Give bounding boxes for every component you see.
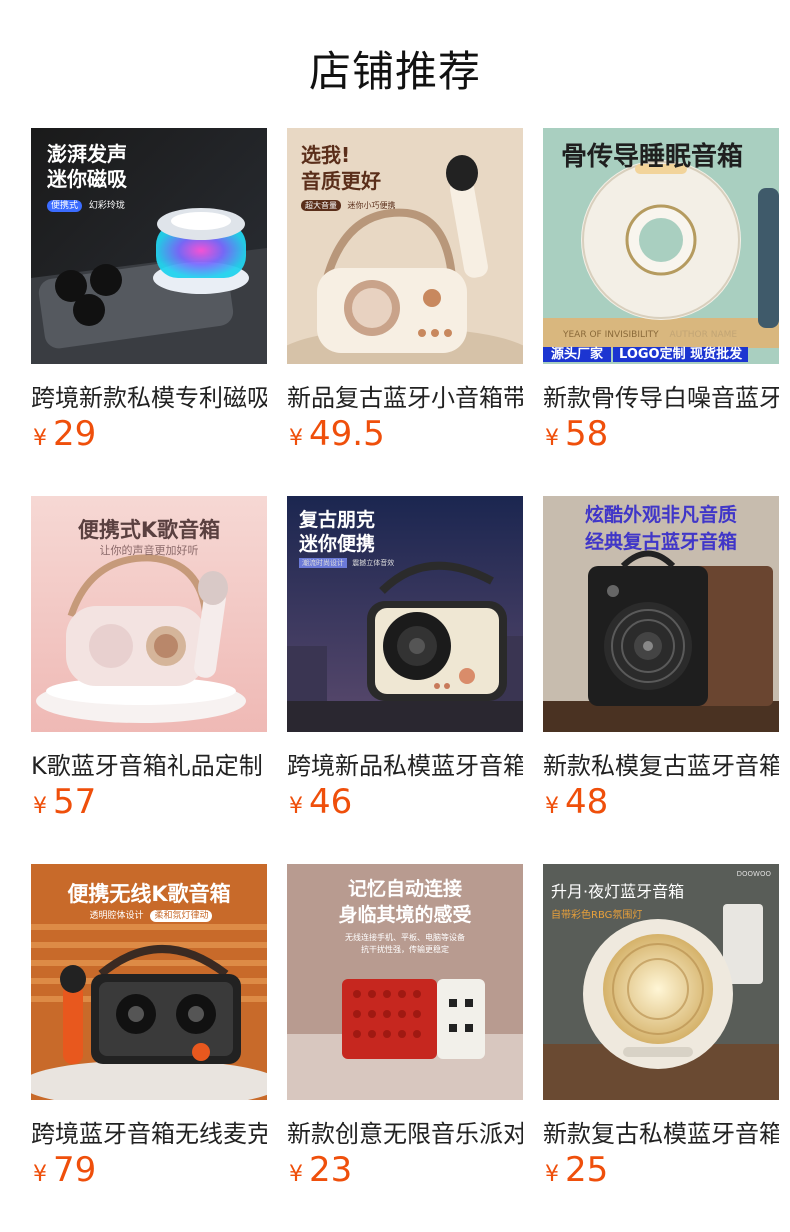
image-headline-1: 记忆自动连接 <box>347 878 462 900</box>
product-card[interactable]: 选我! 音质更好 超大音量 迷你小巧便携 新品复古蓝牙小音箱带 ¥49.5 <box>287 128 523 468</box>
image-headline-1: 炫酷外观非凡音质 <box>584 504 737 526</box>
price-value: 25 <box>565 1150 609 1190</box>
image-tag: YEAR OF INVISIBILITY <box>563 330 659 340</box>
currency-symbol: ¥ <box>33 794 47 819</box>
image-footer-text: LOGO定制 现货批发 <box>613 347 749 362</box>
product-image[interactable]: 记忆自动连接 身临其境的感受 无线连接手机、平板、电脑等设备 抗干扰性强，传输更… <box>287 864 523 1100</box>
currency-symbol: ¥ <box>33 426 47 451</box>
product-card[interactable]: 升月·夜灯蓝牙音箱 自带彩色RBG氛围灯 DOOWOO 新款复古私模蓝牙音箱 ¥… <box>543 864 779 1204</box>
product-card[interactable]: 复古朋克 迷你便携 潮流时尚设计 震撼立体音效 跨境新品私模蓝牙音箱 ¥46 <box>287 496 523 836</box>
product-name[interactable]: 跨境新款私模专利磁吸 <box>31 378 267 413</box>
image-tag: 迷你小巧便携 <box>347 201 396 210</box>
image-headline-1: 澎湃发声 <box>47 142 127 166</box>
product-price: ¥48 <box>545 782 608 822</box>
price-value: 79 <box>53 1150 97 1190</box>
product-price: ¥49.5 <box>289 414 385 454</box>
product-name[interactable]: 新款复古私模蓝牙音箱 <box>543 1114 779 1149</box>
product-image[interactable]: 选我! 音质更好 超大音量 迷你小巧便携 <box>287 128 523 364</box>
price-value: 49.5 <box>309 414 385 454</box>
image-headline-1: 骨传导睡眠音箱 <box>561 142 744 172</box>
image-tag: 超大音量 <box>301 200 341 211</box>
product-image[interactable]: 炫酷外观非凡音质 经典复古蓝牙音箱 <box>543 496 779 732</box>
product-image[interactable]: 便携无线K歌音箱 透明腔体设计 柔和氛灯律动 <box>31 864 267 1100</box>
image-tag: 柔和氛灯律动 <box>150 910 213 922</box>
product-name[interactable]: 新款私模复古蓝牙音箱 <box>543 746 779 781</box>
image-headline-1: 选我! <box>301 143 351 167</box>
price-value: 29 <box>53 414 97 454</box>
currency-symbol: ¥ <box>289 1162 303 1187</box>
product-price: ¥57 <box>33 782 96 822</box>
image-tag: 震撼立体音效 <box>352 559 395 567</box>
image-headline-2: 经典复古蓝牙音箱 <box>584 531 737 553</box>
image-headline-1: 升月·夜灯蓝牙音箱 <box>551 882 685 901</box>
product-card[interactable]: 便携无线K歌音箱 透明腔体设计 柔和氛灯律动 跨境蓝牙音箱无线麦克 ¥79 <box>31 864 267 1204</box>
product-price: ¥58 <box>545 414 608 454</box>
product-card[interactable]: 炫酷外观非凡音质 经典复古蓝牙音箱 新款私模复古蓝牙音箱 ¥48 <box>543 496 779 836</box>
image-headline-2: 迷你磁吸 <box>47 167 127 191</box>
product-name[interactable]: 跨境蓝牙音箱无线麦克 <box>31 1114 267 1149</box>
currency-symbol: ¥ <box>545 794 559 819</box>
product-card[interactable]: 便携式K歌音箱 让你的声音更加好听 K歌蓝牙音箱礼品定制 ¥57 <box>31 496 267 836</box>
product-name[interactable]: 新款创意无限音乐派对 <box>287 1114 523 1149</box>
price-value: 48 <box>565 782 609 822</box>
image-headline-2: 身临其境的感受 <box>338 904 472 926</box>
product-name[interactable]: 新款骨传导白噪音蓝牙 <box>543 378 779 413</box>
currency-symbol: ¥ <box>289 426 303 451</box>
image-headline-2: 迷你便携 <box>299 533 376 555</box>
product-image[interactable]: 骨传导睡眠音箱 YEAR OF INVISIBILITY AUTHOR NAME… <box>543 128 779 364</box>
product-image[interactable]: 升月·夜灯蓝牙音箱 自带彩色RBG氛围灯 DOOWOO <box>543 864 779 1100</box>
price-value: 23 <box>309 1150 353 1190</box>
price-value: 57 <box>53 782 97 822</box>
brand-logo: DOOWOO <box>736 870 771 878</box>
image-headline-2: 让你的声音更加好听 <box>99 544 199 557</box>
product-price: ¥46 <box>289 782 352 822</box>
currency-symbol: ¥ <box>545 426 559 451</box>
image-tag: 幻彩玲珑 <box>88 201 125 211</box>
image-tag: 抗干扰性强，传输更稳定 <box>361 945 449 954</box>
currency-symbol: ¥ <box>545 1162 559 1187</box>
image-tag: 无线连接手机、平板、电脑等设备 <box>345 933 465 942</box>
image-headline-2: 音质更好 <box>301 169 381 193</box>
image-tag: 透明腔体设计 <box>89 911 144 921</box>
product-price: ¥23 <box>289 1150 352 1190</box>
product-image[interactable]: 便携式K歌音箱 让你的声音更加好听 <box>31 496 267 732</box>
price-value: 58 <box>565 414 609 454</box>
currency-symbol: ¥ <box>289 794 303 819</box>
image-headline-1: 便携无线K歌音箱 <box>67 882 231 906</box>
image-headline-1: 便携式K歌音箱 <box>77 518 221 542</box>
product-card[interactable]: 骨传导睡眠音箱 YEAR OF INVISIBILITY AUTHOR NAME… <box>543 128 779 468</box>
image-headline-1: 复古朋克 <box>299 509 376 531</box>
image-tag: 潮流时尚设计 <box>299 558 347 568</box>
product-name[interactable]: 跨境新品私模蓝牙音箱 <box>287 746 523 781</box>
image-headline-2: 自带彩色RBG氛围灯 <box>551 910 643 921</box>
price-value: 46 <box>309 782 353 822</box>
product-name[interactable]: 新品复古蓝牙小音箱带 <box>287 378 523 413</box>
product-image[interactable]: 澎湃发声 迷你磁吸 便携式 幻彩玲珑 <box>31 128 267 364</box>
product-card[interactable]: 记忆自动连接 身临其境的感受 无线连接手机、平板、电脑等设备 抗干扰性强，传输更… <box>287 864 523 1204</box>
page-title: 店铺推荐 <box>308 47 481 96</box>
product-price: ¥29 <box>33 414 96 454</box>
product-image[interactable]: 复古朋克 迷你便携 潮流时尚设计 震撼立体音效 <box>287 496 523 732</box>
product-name[interactable]: K歌蓝牙音箱礼品定制 <box>31 746 267 781</box>
product-price: ¥79 <box>33 1150 96 1190</box>
image-footer-badge: 源头厂家 <box>543 347 612 362</box>
currency-symbol: ¥ <box>33 1162 47 1187</box>
product-price: ¥25 <box>545 1150 608 1190</box>
product-card[interactable]: 澎湃发声 迷你磁吸 便携式 幻彩玲珑 跨境新款私模专利磁吸 ¥29 <box>31 128 267 468</box>
image-tag: AUTHOR NAME <box>669 330 738 340</box>
image-tag: 便携式 <box>47 200 83 212</box>
